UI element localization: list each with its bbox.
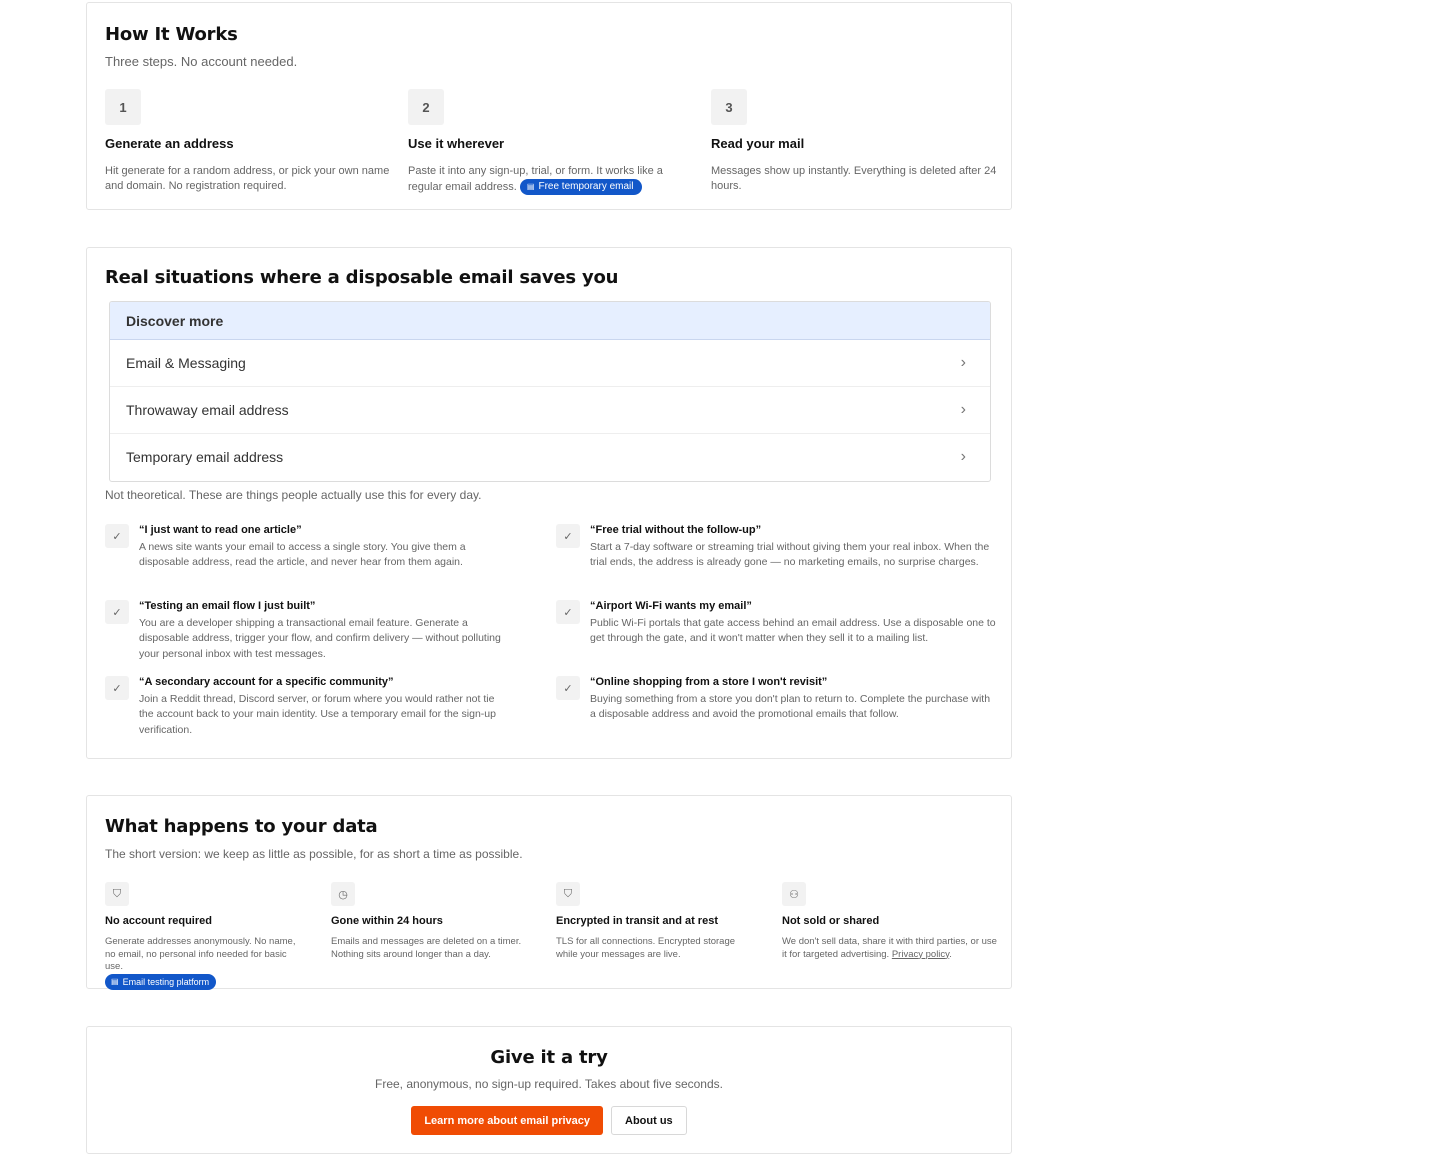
feature-title: Gone within 24 hours (331, 915, 443, 927)
data-handling-card: What happens to your data The short vers… (86, 795, 1012, 992)
data-subtitle: The short version: we keep as little as … (105, 847, 523, 861)
case-desc: Buying something from a store you don't … (590, 693, 991, 721)
check-circle-icon: ✓ (556, 600, 580, 624)
shield-icon: ⛉ (556, 882, 580, 906)
case-desc: Start a 7-day software or streaming tria… (590, 541, 990, 569)
step-title: Generate an address (105, 136, 234, 151)
privacy-policy-link[interactable]: Privacy policy (892, 949, 949, 960)
case-title: “Online shopping from a store I won't re… (590, 676, 828, 688)
discover-item-label: Temporary email address (126, 449, 284, 465)
feature-desc: Emails and messages are deleted on a tim… (331, 936, 522, 960)
feature-title: No account required (105, 915, 212, 927)
feature-desc: We don't sell data, share it with third … (782, 936, 997, 960)
discover-item-label: Email & Messaging (126, 355, 246, 371)
feature-24-hours: ◷ Gone within 24 hours Emails and messag… (331, 882, 531, 961)
case-item: ✓ “Airport Wi-Fi wants my email” Public … (556, 600, 996, 647)
case-desc: You are a developer shipping a transacti… (139, 617, 501, 660)
data-title: What happens to your data (105, 816, 378, 837)
discover-item-email-messaging[interactable]: Email & Messaging › (110, 340, 990, 387)
free-temporary-email-badge[interactable]: ▤ Free temporary email (519, 179, 642, 195)
case-title: “I just want to read one article” (139, 524, 302, 536)
step-desc: Hit generate for a random address, or pi… (105, 165, 390, 192)
cta-card: Give it a try Free, anonymous, no sign-u… (86, 1026, 1012, 1154)
case-item: ✓ “Online shopping from a store I won't … (556, 676, 996, 723)
feature-desc-wrap: We don't sell data, share it with third … (782, 936, 997, 960)
case-item: ✓ “Testing an email flow I just built” Y… (105, 600, 505, 662)
mail-icon: ▤ (111, 977, 119, 987)
feature-encrypted: ⛉ Encrypted in transit and at rest TLS f… (556, 882, 756, 961)
how-subtitle: Three steps. No account needed. (105, 54, 298, 69)
case-title: “Airport Wi-Fi wants my email” (590, 600, 752, 612)
discover-item-temporary[interactable]: Temporary email address › (110, 434, 990, 480)
email-testing-platform-badge[interactable]: ▤ Email testing platform (105, 974, 217, 991)
situations-title: Real situations where a disposable email… (105, 267, 619, 288)
step-number: 2 (408, 89, 444, 125)
step-2: 2 Use it wherever Paste it into any sign… (408, 89, 698, 195)
clock-icon: ◷ (331, 882, 355, 906)
step-1: 1 Generate an address Hit generate for a… (105, 89, 395, 194)
check-circle-icon: ✓ (105, 676, 129, 700)
cta-title: Give it a try (490, 1047, 608, 1068)
case-item: ✓ “A secondary account for a specific co… (105, 676, 505, 738)
step-3: 3 Read your mail Messages show up instan… (711, 89, 1001, 194)
chevron-right-icon: › (960, 401, 966, 418)
step-number: 3 (711, 89, 747, 125)
case-desc: Public Wi-Fi portals that gate access be… (590, 617, 996, 645)
discover-item-throwaway[interactable]: Throwaway email address › (110, 387, 990, 434)
case-desc: A news site wants your email to access a… (139, 541, 466, 569)
check-circle-icon: ✓ (105, 600, 129, 624)
case-item: ✓ “I just want to read one article” A ne… (105, 524, 505, 571)
about-us-button[interactable]: About us (611, 1106, 687, 1135)
discover-item-label: Throwaway email address (126, 402, 289, 418)
step-title: Use it wherever (408, 136, 505, 151)
cta-subtitle: Free, anonymous, no sign-up required. Ta… (375, 1077, 723, 1091)
discover-more-panel: Discover more Email & Messaging › Throwa… (109, 301, 991, 482)
learn-more-button[interactable]: Learn more about email privacy (411, 1106, 603, 1135)
check-circle-icon: ✓ (556, 524, 580, 548)
cta-buttons: Learn more about email privacy About us (87, 1106, 1011, 1135)
step-title: Read your mail (711, 136, 805, 151)
feature-title: Encrypted in transit and at rest (556, 915, 718, 927)
case-title: “Testing an email flow I just built” (139, 600, 316, 612)
how-it-works-card: How It Works Three steps. No account nee… (86, 2, 1012, 210)
badge-label: Email testing platform (122, 977, 210, 988)
shield-icon: ⛉ (105, 882, 129, 906)
case-item: ✓ “Free trial without the follow-up” Sta… (556, 524, 996, 571)
discover-more-heading: Discover more (110, 302, 990, 340)
feature-desc: TLS for all connections. Encrypted stora… (556, 936, 736, 960)
check-circle-icon: ✓ (105, 524, 129, 548)
check-circle-icon: ✓ (556, 676, 580, 700)
feature-desc: Generate addresses anonymously. No name,… (105, 936, 296, 972)
users-icon: ⚇ (782, 882, 806, 906)
case-title: “A secondary account for a specific comm… (139, 676, 394, 688)
chevron-right-icon: › (960, 354, 966, 371)
case-desc: Join a Reddit thread, Discord server, or… (139, 693, 496, 736)
feature-title: Not sold or shared (782, 915, 880, 927)
situations-card: Real situations where a disposable email… (86, 247, 1012, 759)
badge-label: Free temporary email (538, 181, 634, 192)
case-title: “Free trial without the follow-up” (590, 524, 762, 536)
step-desc: Messages show up instantly. Everything i… (711, 165, 997, 192)
mail-icon: ▤ (526, 182, 535, 191)
how-title: How It Works (105, 24, 238, 45)
step-desc-wrap: Paste it into any sign-up, trial, or for… (408, 164, 698, 195)
step-number: 1 (105, 89, 141, 125)
feature-no-account: ⛉ No account required Generate addresses… (105, 882, 305, 992)
chevron-right-icon: › (960, 448, 966, 465)
feature-not-sold: ⚇ Not sold or shared We don't sell data,… (782, 882, 998, 961)
situations-subtitle: Not theoretical. These are things people… (105, 488, 482, 502)
